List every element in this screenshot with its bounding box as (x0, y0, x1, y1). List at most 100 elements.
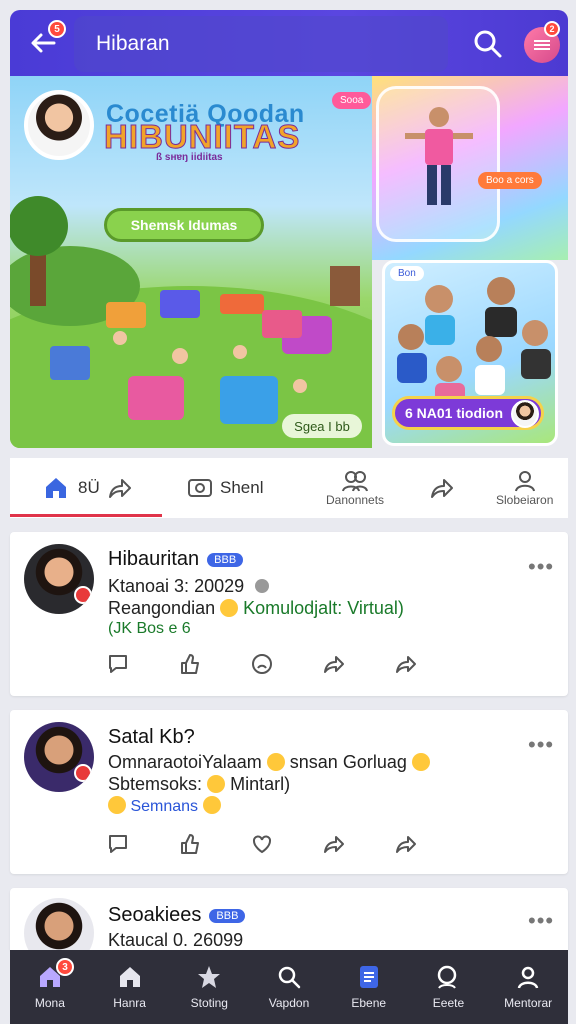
post-tag-line[interactable]: Semnans (108, 796, 221, 816)
post-text-d: Mintarl) (230, 774, 291, 794)
post-author[interactable]: Satal Kb? (108, 726, 195, 749)
nav-item-eeete[interactable]: Eeete (409, 950, 489, 1024)
nav-item-hanra[interactable]: Hanra (90, 950, 170, 1024)
comment-icon[interactable] (106, 832, 130, 856)
dancer-illustration (405, 107, 473, 205)
star-icon (198, 966, 221, 988)
profile-icon (517, 966, 539, 989)
post-tag-text: (JK Bos e 6 (108, 620, 191, 637)
smile-emoji-icon (266, 753, 285, 771)
share-icon[interactable] (322, 652, 346, 676)
search-button[interactable] (472, 28, 504, 60)
back-button[interactable]: 5 (28, 20, 66, 58)
avatar[interactable] (24, 544, 94, 614)
tab-forward[interactable] (428, 458, 456, 518)
page-title: Hibaran (74, 16, 448, 72)
group-card-badge: Bon (390, 266, 424, 281)
more-options-button[interactable]: ••• (528, 732, 554, 758)
post-text-a: Reangondian (108, 598, 216, 618)
active-tab-indicator (10, 514, 162, 517)
house-icon (119, 967, 140, 987)
smile-emoji-icon (207, 775, 226, 793)
avatar[interactable] (24, 898, 94, 950)
sad-icon[interactable] (250, 652, 274, 676)
smile-emoji-icon (108, 796, 126, 814)
nav-label: Vapdon (268, 996, 310, 1010)
post-author[interactable]: Hibauritan BBB (108, 548, 244, 571)
post-date-text: Ktaucal 0. 26099 (108, 930, 244, 950)
post-card[interactable]: Hibauritan BBB Ktanoai 3: 20029 Reangondi… (10, 532, 568, 696)
tab-bar: 8Ü Shenl Danonnets Slobeiaron (10, 458, 568, 518)
tab-danonnets[interactable]: Danonnets (326, 458, 384, 518)
hero-speech-button[interactable]: Shemsk Idumas (104, 208, 264, 242)
nav-label: Stoting (190, 996, 228, 1010)
menu-button[interactable]: 2 (524, 21, 560, 63)
side-tag-bottom: Boo a cors (478, 172, 542, 189)
group-card-pill[interactable]: 6 NA01 tiodion (392, 396, 544, 430)
nav-label: Eeete (432, 996, 465, 1010)
post-text-line: OmnaraotoiYalaam snsan Gorluag (108, 752, 430, 773)
post-text-line: Sbtemsoks: Mintarl) (108, 774, 290, 795)
post-author[interactable]: Seoakiees BBB (108, 904, 246, 927)
search-icon (278, 966, 301, 989)
post-text-b: Komulodjalt: Virtual) (243, 598, 404, 618)
forward-icon[interactable] (394, 652, 418, 676)
nav-item-mona[interactable]: 3 Mona (10, 950, 90, 1024)
group-card-pill-label: 6 NA01 tiodion (405, 405, 504, 421)
nav-label: Hanra (113, 996, 146, 1010)
heart-icon[interactable] (250, 832, 274, 856)
nav-item-mentorar[interactable]: Mentorar (488, 950, 568, 1024)
more-options-button[interactable]: ••• (528, 908, 554, 934)
bottom-navigation: 3 Mona Hanra Stoting Vapdon Ebene Eeete … (10, 950, 568, 1024)
tab-shenl-label: Shenl (220, 478, 264, 497)
like-icon[interactable] (178, 652, 202, 676)
post-author-name: Seoakiees (108, 904, 202, 926)
app-header: 5 Hibaran 2 (10, 10, 568, 76)
tab-slobeiaron-label: Slobeiaron (496, 493, 554, 507)
notification-badge: 5 (48, 20, 66, 38)
post-date: Ktaucal 0. 26099 (108, 930, 243, 950)
person-icon (514, 471, 535, 492)
post-text-a: OmnaraotoiYalaam (108, 752, 262, 772)
pill-avatar (511, 400, 539, 428)
post-date: Ktanoai 3: 20029 (108, 576, 270, 597)
status-badge: BBB (209, 908, 246, 923)
nav-item-ebene[interactable]: Ebene (329, 950, 409, 1024)
search-person-icon (438, 965, 457, 989)
menu-badge: 2 (544, 21, 560, 37)
like-icon[interactable] (178, 832, 202, 856)
tab-shenl[interactable]: Shenl (186, 458, 263, 518)
side-tag-top: Sooa (332, 92, 372, 109)
smile-emoji-icon (411, 753, 430, 771)
tab-home-label: 8Ü (78, 478, 100, 497)
nav-label: Ebene (351, 996, 387, 1010)
nav-item-stoting[interactable]: Stoting (169, 950, 249, 1024)
avatar[interactable] (24, 722, 94, 792)
post-card[interactable]: Seoakiees BBB Ktaucal 0. 26099 ••• (10, 888, 568, 950)
share-icon[interactable] (322, 832, 346, 856)
hero-subtitle: ß sʜɐŋ iidiitas (156, 152, 223, 163)
post-card[interactable]: Satal Kb? OmnaraotoiYalaam snsan Gorluag… (10, 710, 568, 874)
hero-title-line2: HIBUNIITAS (103, 118, 301, 156)
people-icon (342, 471, 369, 492)
forward-icon[interactable] (394, 832, 418, 856)
more-options-button[interactable]: ••• (528, 554, 554, 580)
post-date-text: Ktanoai 3: 20029 (108, 576, 245, 596)
post-tag-line[interactable]: (JK Bos e 6 (108, 620, 191, 638)
tab-home[interactable]: 8Ü (42, 458, 134, 518)
forward-icon (431, 479, 453, 498)
post-text-line: Reangondian Komulodjalt: Virtual) (108, 598, 404, 619)
home-icon (46, 478, 66, 498)
hero-avatar[interactable] (24, 90, 94, 160)
comment-icon[interactable] (106, 652, 130, 676)
tab-slobeiaron[interactable]: Slobeiaron (496, 458, 553, 518)
nav-item-vapdon[interactable]: Vapdon (249, 950, 329, 1024)
hero-chip[interactable]: Sgea I bb (282, 414, 362, 438)
nav-label: Mentorar (504, 996, 553, 1010)
nav-badge: 3 (56, 958, 74, 976)
nav-label: Mona (34, 996, 65, 1010)
document-icon (359, 966, 378, 988)
smile-emoji-icon (220, 599, 239, 617)
post-text-c: Sbtemsoks: (108, 774, 203, 794)
post-actions (106, 652, 418, 676)
